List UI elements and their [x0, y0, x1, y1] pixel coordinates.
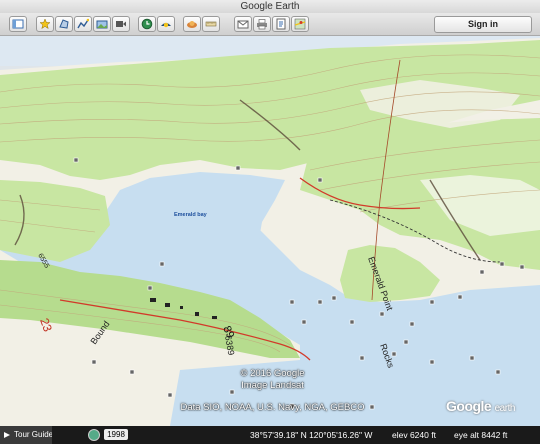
record-tour-icon — [116, 21, 126, 27]
print-button[interactable] — [253, 16, 271, 32]
google-maps-icon — [294, 18, 306, 30]
sun-icon — [161, 22, 171, 28]
switch-planet-button[interactable] — [183, 16, 201, 32]
sunlight-button[interactable] — [157, 16, 175, 32]
sidebar-icon — [12, 19, 24, 29]
ruler-icon — [205, 21, 217, 27]
polygon-icon — [59, 19, 69, 29]
attribution-data: Data SIO, NOAA, U.S. Navy, NGA, GEBCO — [180, 402, 365, 413]
eye-altitude-readout: eye alt 8442 ft — [454, 430, 508, 440]
historical-imagery-icon[interactable] — [88, 429, 100, 441]
planet-icon — [187, 21, 197, 28]
save-image-icon — [276, 18, 286, 30]
add-image-overlay-button[interactable] — [93, 16, 111, 32]
save-image-button[interactable] — [272, 16, 290, 32]
path-icon — [77, 18, 89, 29]
placemark-pin-icon — [39, 18, 51, 30]
add-path-button[interactable] — [74, 16, 92, 32]
coordinates-readout: 38°57'39.18" N 120°05'16.26" W — [250, 430, 373, 440]
logo-subtext: earth — [494, 403, 516, 414]
clock-icon — [141, 18, 153, 30]
print-icon — [257, 19, 267, 30]
historical-imagery-button[interactable] — [138, 16, 156, 32]
logo-text: Google — [446, 398, 492, 414]
status-bar: Tour Guide 1998 38°57'39.18" N 120°05'16… — [0, 426, 540, 444]
email-button[interactable] — [234, 16, 252, 32]
tour-guide-button[interactable]: Tour Guide — [0, 426, 52, 444]
sidebar-toggle-button[interactable] — [9, 16, 27, 32]
earth-map-view[interactable]: Emerald bay Emerald Point Rocks 89 Bound… — [0, 36, 540, 426]
add-polygon-button[interactable] — [55, 16, 73, 32]
window-title: Google Earth — [240, 1, 300, 12]
elevation-readout: elev 6240 ft — [392, 430, 436, 440]
record-tour-button[interactable] — [112, 16, 130, 32]
toolbar: Sign in — [0, 13, 540, 36]
label-emerald-bay: Emerald bay — [174, 212, 208, 218]
attribution-imagery: Image Landsat — [241, 380, 304, 391]
ruler-button[interactable] — [202, 16, 220, 32]
sign-in-button[interactable]: Sign in — [434, 16, 532, 33]
email-icon — [237, 20, 249, 29]
add-placemark-button[interactable] — [36, 16, 54, 32]
window-title-bar: Google Earth — [0, 0, 540, 13]
image-overlay-icon — [96, 20, 108, 29]
imagery-year: 1998 — [104, 429, 128, 440]
attribution-google: © 2016 Google — [240, 368, 305, 379]
maps-button[interactable] — [291, 16, 309, 32]
google-earth-logo: Google earth — [446, 398, 515, 414]
